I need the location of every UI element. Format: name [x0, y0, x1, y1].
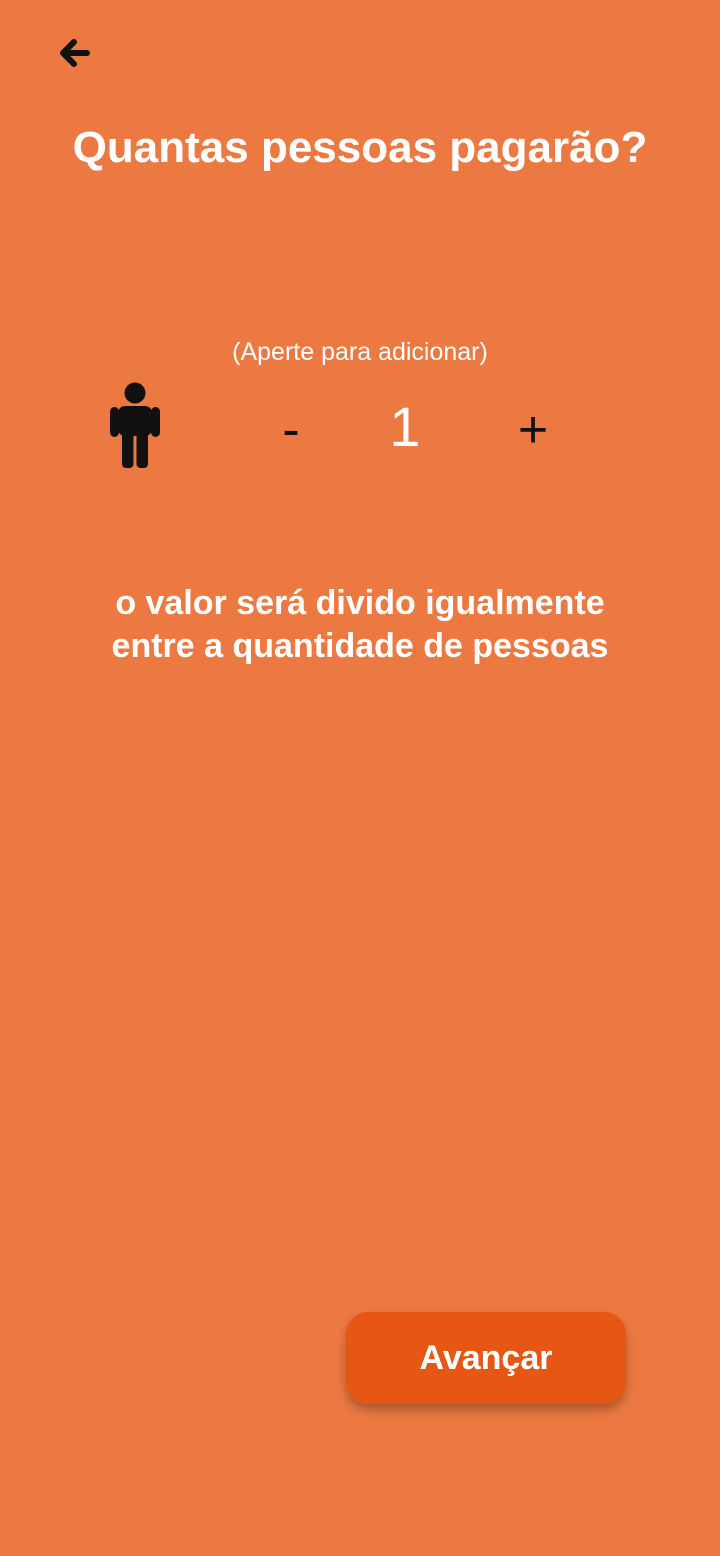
split-info-line-1: o valor será divido igualmente: [115, 584, 605, 622]
split-info-text: o valor será divido igualmente entre a q…: [60, 582, 660, 668]
person-icon: [110, 382, 160, 468]
page-title: Quantas pessoas pagarão?: [72, 123, 648, 172]
next-button[interactable]: Avançar: [346, 1312, 626, 1404]
split-info-line-2: entre a quantidade de pessoas: [111, 627, 609, 665]
back-button[interactable]: [50, 30, 96, 76]
people-count: 1: [389, 395, 421, 458]
decrease-button[interactable]: -: [266, 400, 316, 460]
arrow-left-icon: [60, 39, 90, 67]
increase-button[interactable]: +: [505, 400, 561, 460]
add-hint: (Aperte para adicionar): [232, 338, 488, 366]
